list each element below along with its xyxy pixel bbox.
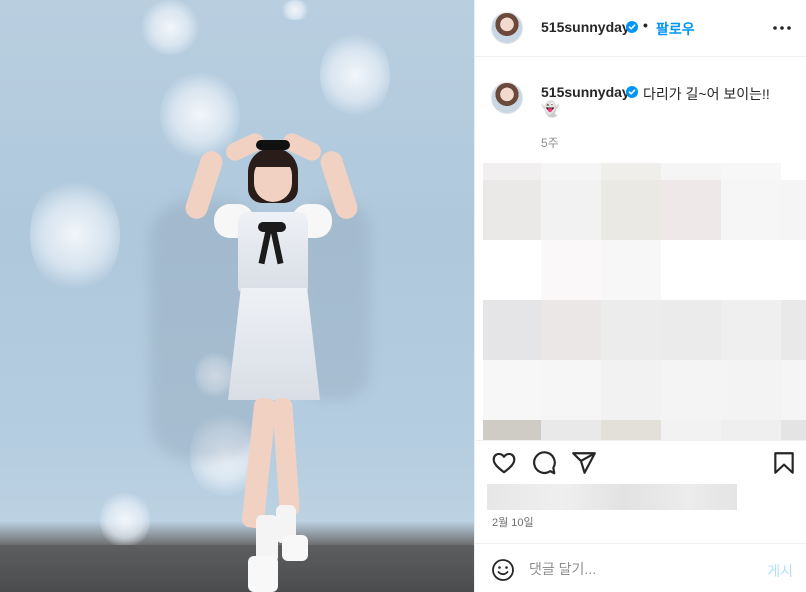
separator-dot: •: [643, 17, 648, 33]
profile-avatar[interactable]: [491, 12, 523, 44]
floor: [0, 545, 474, 592]
comment-icon[interactable]: [531, 450, 557, 476]
verified-badge-icon: [626, 86, 638, 98]
emoji-smile-icon[interactable]: [491, 558, 515, 582]
caption-text: 다리가 길~어 보이는!!: [643, 86, 770, 102]
post-side-panel: 515sunnyday • 팔로우 515sunnyday 다리가 길~어 보이…: [474, 0, 806, 592]
username-link[interactable]: 515sunnyday: [541, 19, 630, 35]
heart-icon[interactable]: [491, 450, 517, 476]
bookmark-icon[interactable]: [771, 450, 797, 476]
ghost-emoji: 👻: [541, 101, 560, 118]
follow-button[interactable]: 팔로우: [656, 19, 695, 39]
post-header: 515sunnyday • 팔로우: [475, 0, 806, 57]
caption-avatar[interactable]: [491, 82, 523, 114]
share-icon[interactable]: [571, 450, 597, 476]
post-photo: [0, 0, 474, 592]
action-bar: [475, 440, 806, 482]
more-horizontal-icon[interactable]: [772, 21, 792, 35]
comment-input[interactable]: [529, 557, 749, 581]
comment-bar: 게시: [475, 543, 806, 592]
verified-badge-icon: [626, 21, 638, 33]
relative-time[interactable]: 5주: [541, 134, 559, 151]
post-comment-button[interactable]: 게시: [767, 561, 793, 581]
likes-count-blurred: [487, 484, 737, 510]
caption-username[interactable]: 515sunnyday: [541, 84, 630, 100]
post-date: 2월 10일: [492, 517, 534, 529]
